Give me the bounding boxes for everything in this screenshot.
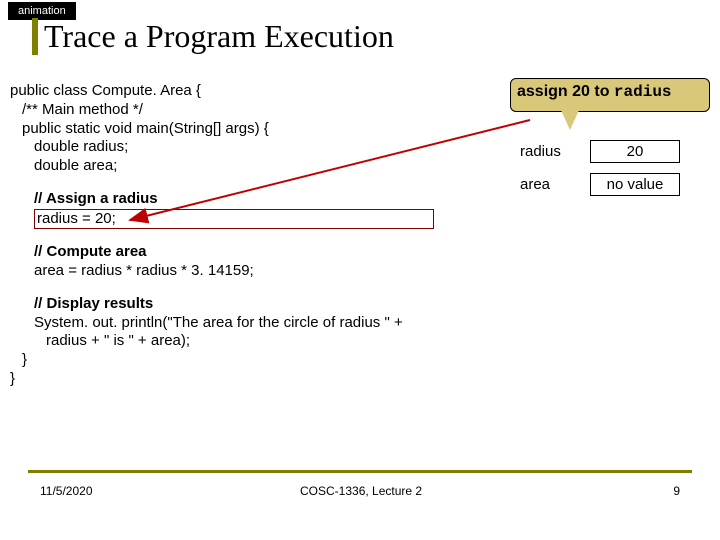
code-line: area = radius * radius * 3. 14159; xyxy=(34,262,434,281)
code-line: double radius; xyxy=(34,138,434,157)
var-label: area xyxy=(520,176,590,193)
code-line: radius + " is " + area); xyxy=(46,332,434,351)
footer-divider xyxy=(28,470,692,473)
callout-bubble: assign 20 to radius xyxy=(510,78,710,112)
title-wrap: Trace a Program Execution xyxy=(32,18,394,55)
code-comment: // Compute area xyxy=(34,243,434,262)
var-row-area: area no value xyxy=(520,173,680,196)
code-line: } xyxy=(22,351,434,370)
code-comment: // Assign a radius xyxy=(34,190,434,209)
code-line: System. out. println("The area for the c… xyxy=(34,314,434,333)
code-block: public class Compute. Area { /** Main me… xyxy=(10,82,434,389)
var-value: no value xyxy=(590,173,680,196)
var-label: radius xyxy=(520,143,590,160)
code-line: public static void main(String[] args) { xyxy=(22,120,434,139)
code-line: /** Main method */ xyxy=(22,101,434,120)
code-line: } xyxy=(10,370,434,389)
callout-var: radius xyxy=(614,83,672,101)
var-row-radius: radius 20 xyxy=(520,140,680,163)
callout-prefix: assign 20 to xyxy=(517,83,614,100)
code-line-text: radius = 20; xyxy=(37,210,116,227)
var-value: 20 xyxy=(590,140,680,163)
slide-title: Trace a Program Execution xyxy=(44,18,394,55)
code-line-highlight: radius = 20; xyxy=(34,209,434,230)
footer-page: 9 xyxy=(673,484,680,498)
footer-date: 11/5/2020 xyxy=(40,484,93,498)
code-comment: // Display results xyxy=(34,295,434,314)
callout-tail xyxy=(560,108,580,130)
variable-table: radius 20 area no value xyxy=(520,140,680,206)
footer-course: COSC-1336, Lecture 2 xyxy=(300,484,422,498)
code-line: double area; xyxy=(34,157,434,176)
code-line: public class Compute. Area { xyxy=(10,82,434,101)
